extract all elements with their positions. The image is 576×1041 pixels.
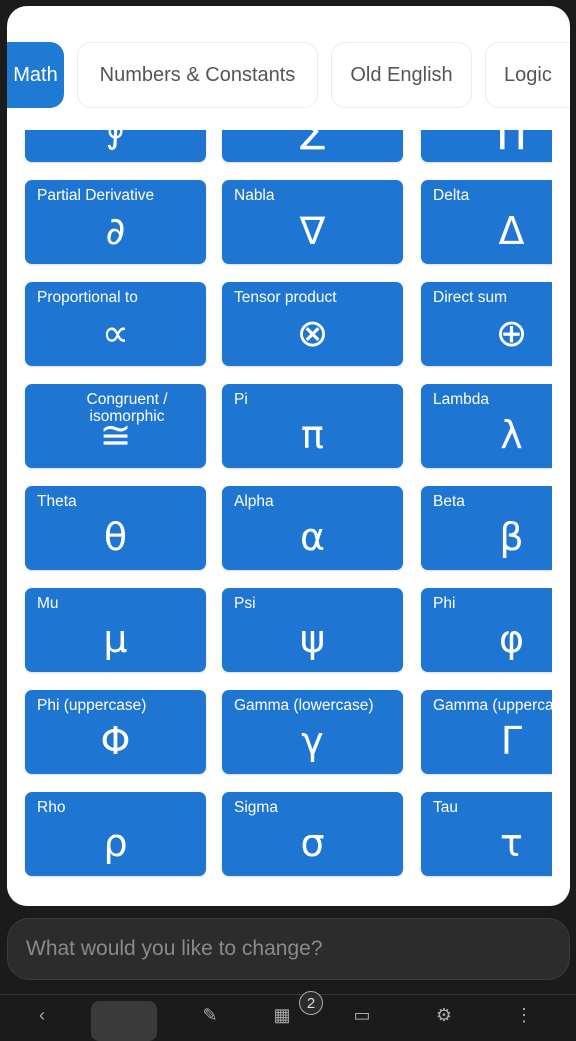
symbol-tile[interactable]: Congruent / isomorphic ≅	[25, 384, 206, 468]
change-prompt-bar	[7, 918, 570, 980]
category-tabs: Math Numbers & Constants Old English Log…	[7, 42, 570, 108]
more-options-icon[interactable]: ⋮	[512, 1005, 536, 1029]
symbol-label: Sigma	[234, 799, 278, 816]
symbol-tile[interactable]: Delta Δ	[421, 180, 552, 264]
symbol-tile[interactable]: Theta θ	[25, 486, 206, 570]
symbol-tile[interactable]: Alpha α	[222, 486, 403, 570]
symbol-glyph: ∮	[25, 130, 206, 154]
symbol-tile[interactable]: Summation∑	[222, 130, 403, 162]
symbol-tile[interactable]: Phi (uppercase) Φ	[25, 690, 206, 774]
symbol-glyph: β	[499, 515, 524, 559]
symbol-tile[interactable]: Lambda λ	[421, 384, 552, 468]
symbol-label: Psi	[234, 595, 256, 612]
symbol-tile[interactable]: Gamma (lowercase) γ	[222, 690, 403, 774]
symbol-tile[interactable]: Rho ρ	[25, 792, 206, 876]
symbol-glyph: ⊕	[495, 311, 528, 355]
symbol-picker-panel: Math Numbers & Constants Old English Log…	[7, 6, 570, 906]
symbol-glyph: Γ	[500, 719, 523, 763]
symbol-tile[interactable]: Beta β	[421, 486, 552, 570]
symbol-tile[interactable]: Partial Derivative ∂	[25, 180, 206, 264]
symbol-label: Alpha	[234, 493, 274, 510]
symbol-label: Gamma (lowercase)	[234, 697, 374, 714]
symbol-tile[interactable]: Product∏	[421, 130, 552, 162]
symbol-label: Proportional to	[37, 289, 138, 306]
symbol-glyph: ψ	[299, 617, 326, 661]
symbol-glyph: τ	[500, 821, 523, 865]
symbol-tile[interactable]: Tensor product ⊗	[222, 282, 403, 366]
symbol-grid: Contour Integral∮ Summation∑ Product∏ Parti…	[7, 130, 552, 882]
symbol-label: Beta	[433, 493, 465, 510]
symbol-glyph: Δ	[498, 209, 525, 253]
symbol-glyph: ∂	[105, 209, 126, 253]
symbol-glyph: λ	[500, 413, 523, 457]
symbol-label: Nabla	[234, 187, 275, 204]
symbol-label: Pi	[234, 391, 248, 408]
symbol-glyph: ∏	[421, 130, 552, 154]
symbol-label: Delta	[433, 187, 470, 204]
symbol-tile[interactable]: Pi π	[222, 384, 403, 468]
tab-math[interactable]: Math	[7, 42, 64, 108]
symbol-glyph: Φ	[100, 719, 131, 763]
back-arrow-icon[interactable]: ‹	[30, 1005, 54, 1029]
symbol-glyph: σ	[300, 821, 325, 865]
symbol-tile[interactable]: Tau τ	[421, 792, 552, 876]
symbol-glyph: π	[301, 413, 324, 457]
symbol-label: Tau	[433, 799, 458, 816]
symbol-label: Lambda	[433, 391, 490, 408]
symbol-tile[interactable]: Sigma σ	[222, 792, 403, 876]
layout-icon[interactable]: ▭	[350, 1005, 374, 1029]
settings-sliders-icon[interactable]: ⚙	[432, 1005, 456, 1029]
symbol-glyph: ∝	[101, 311, 130, 355]
symbol-glyph: γ	[301, 719, 324, 763]
tab-numbers-constants[interactable]: Numbers & Constants	[77, 42, 318, 108]
symbol-tile[interactable]: Nabla ∇	[222, 180, 403, 264]
symbol-glyph: ∇	[299, 209, 326, 253]
tab-old-english[interactable]: Old English	[331, 42, 472, 108]
preview-tool-button[interactable]	[91, 1001, 157, 1041]
symbol-glyph: φ	[498, 617, 525, 661]
edit-pen-icon[interactable]: ✎	[198, 1005, 222, 1029]
symbol-label: Direct sum	[433, 289, 508, 306]
grid-view-icon[interactable]: ▦	[270, 1005, 294, 1029]
symbol-tile[interactable]: Gamma (uppercase) Γ	[421, 690, 552, 774]
symbol-glyph: θ	[103, 515, 128, 559]
symbol-label: Theta	[37, 493, 77, 510]
symbol-label: Rho	[37, 799, 66, 816]
symbol-tile[interactable]: Contour Integral∮	[25, 130, 206, 162]
symbol-tile[interactable]: Proportional to ∝	[25, 282, 206, 366]
change-prompt-input[interactable]	[26, 937, 569, 961]
symbol-label: Partial Derivative	[37, 187, 155, 204]
symbol-tile[interactable]: Psi ψ	[222, 588, 403, 672]
bottom-toolbar: ‹ ✎ ▦ 2 ▭ ⚙ ⋮	[0, 991, 576, 1041]
symbol-glyph: μ	[103, 617, 128, 661]
symbol-label: Phi	[433, 595, 456, 612]
notification-badge: 2	[299, 991, 323, 1015]
symbol-tile[interactable]: Mu μ	[25, 588, 206, 672]
symbol-glyph: ≅	[99, 413, 132, 457]
symbol-tile[interactable]: Phi φ	[421, 588, 552, 672]
symbol-glyph: ∑	[222, 130, 403, 154]
symbol-glyph: ρ	[103, 821, 128, 865]
symbol-glyph: α	[299, 515, 326, 559]
symbol-label: Tensor product	[234, 289, 337, 306]
symbol-tile[interactable]: Direct sum ⊕	[421, 282, 552, 366]
symbol-label: Gamma (uppercase)	[433, 697, 552, 714]
symbol-glyph: ⊗	[296, 311, 329, 355]
symbol-label: Phi (uppercase)	[37, 697, 147, 714]
symbol-label: Mu	[37, 595, 59, 612]
tab-logic[interactable]: Logic	[485, 42, 570, 108]
